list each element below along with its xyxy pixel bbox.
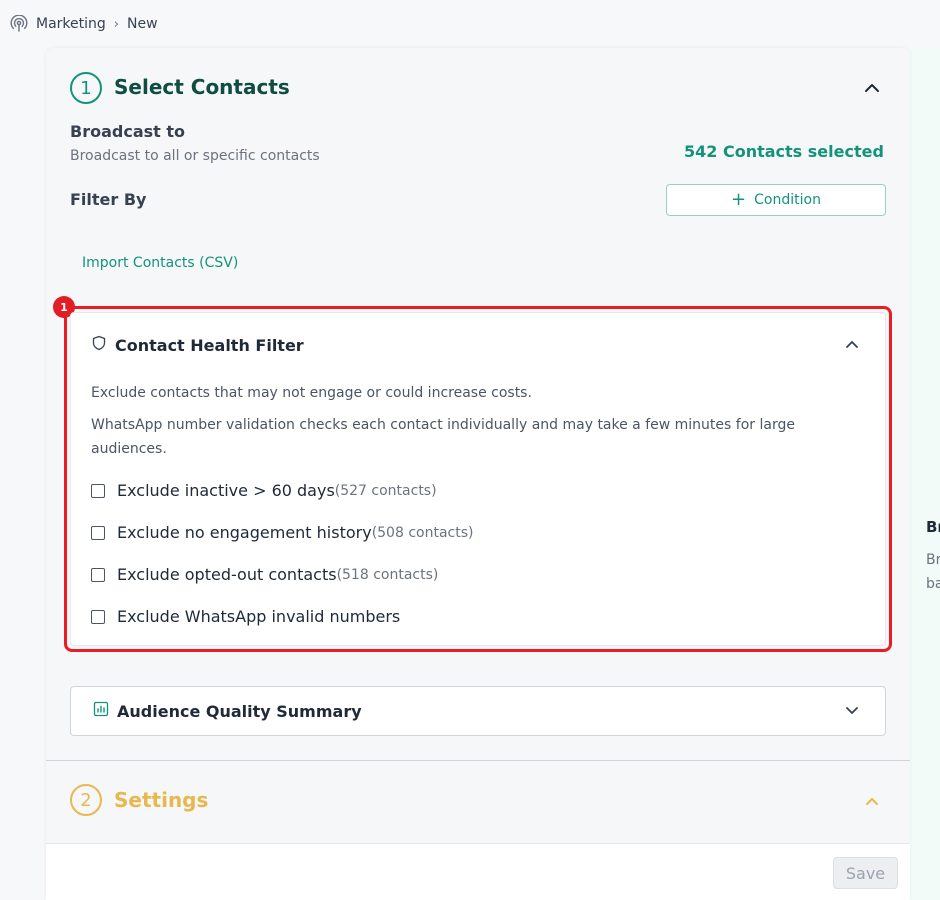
contact-health-header[interactable]: Contact Health Filter xyxy=(91,335,304,355)
option-label: Exclude WhatsApp invalid numbers xyxy=(117,607,401,626)
form-footer: Save xyxy=(46,843,910,900)
shield-icon xyxy=(91,335,107,355)
chevron-up-icon xyxy=(865,84,879,92)
step-title-settings: Settings xyxy=(114,788,209,812)
broadcast-form-card: 1 Select Contacts Broadcast to Broadcast… xyxy=(46,48,910,900)
option-count: (508 contacts) xyxy=(371,524,474,541)
broadcast-to-label: Broadcast to xyxy=(70,122,185,141)
option-label: Exclude inactive > 60 days xyxy=(117,481,335,500)
filter-by-label: Filter By xyxy=(70,190,147,209)
chevron-right-icon: › xyxy=(113,16,119,32)
audience-quality-summary-panel[interactable]: Audience Quality Summary xyxy=(70,686,886,736)
collapse-step2-button[interactable] xyxy=(862,794,882,808)
exclude-invalid-numbers-checkbox[interactable] xyxy=(91,609,105,624)
add-condition-button[interactable]: + Condition xyxy=(666,184,886,216)
contacts-selected-count: 542 Contacts selected xyxy=(684,142,884,161)
option-count: (518 contacts) xyxy=(336,566,439,583)
chevron-down-icon xyxy=(846,707,858,714)
option-count: (527 contacts) xyxy=(334,482,437,499)
import-contacts-link[interactable]: Import Contacts (CSV) xyxy=(82,255,238,271)
breadcrumb: Marketing › New xyxy=(10,14,158,34)
exclude-inactive-checkbox[interactable] xyxy=(91,483,105,498)
step-number-2: 2 xyxy=(70,784,102,816)
step-title-select-contacts: Select Contacts xyxy=(114,75,290,99)
broadcast-preview-panel: Br Br ba xyxy=(910,48,940,900)
option-label: Exclude no engagement history xyxy=(117,523,372,542)
preview-line: Br xyxy=(926,552,940,568)
exclude-invalid-numbers-option[interactable]: Exclude WhatsApp invalid numbers xyxy=(91,607,400,626)
bar-chart-icon xyxy=(93,701,109,721)
exclude-inactive-option[interactable]: Exclude inactive > 60 days (527 contacts… xyxy=(91,481,437,500)
plus-icon: + xyxy=(731,189,747,210)
collapse-health-filter-button[interactable] xyxy=(843,338,861,350)
exclude-opted-out-checkbox[interactable] xyxy=(91,567,105,582)
add-condition-label: Condition xyxy=(754,192,821,208)
collapse-step1-button[interactable] xyxy=(862,81,882,95)
exclude-no-engagement-option[interactable]: Exclude no engagement history (508 conta… xyxy=(91,523,473,542)
expand-audience-quality-button[interactable] xyxy=(843,705,861,717)
option-label: Exclude opted-out contacts xyxy=(117,565,337,584)
save-button[interactable]: Save xyxy=(833,857,898,889)
preview-title: Br xyxy=(926,518,940,536)
broadcast-to-sublabel: Broadcast to all or specific contacts xyxy=(70,148,320,164)
contact-health-title: Contact Health Filter xyxy=(115,335,304,355)
exclude-opted-out-option[interactable]: Exclude opted-out contacts (518 contacts… xyxy=(91,565,438,584)
broadcast-icon xyxy=(10,15,28,33)
breadcrumb-marketing[interactable]: Marketing xyxy=(36,16,106,32)
contact-health-filter-panel: Contact Health Filter Exclude contacts t… xyxy=(70,312,886,646)
breadcrumb-new: New xyxy=(126,16,158,32)
step-number-1: 1 xyxy=(70,72,102,104)
exclude-no-engagement-checkbox[interactable] xyxy=(91,525,105,540)
preview-line: ba xyxy=(926,576,940,592)
health-validation-note: WhatsApp number validation checks each c… xyxy=(91,417,795,457)
audience-quality-header: Audience Quality Summary xyxy=(93,701,362,721)
section-divider xyxy=(46,760,910,761)
chevron-up-icon xyxy=(846,341,858,348)
health-description: Exclude contacts that may not engage or … xyxy=(91,385,532,401)
chevron-up-icon xyxy=(866,798,878,805)
audience-quality-title: Audience Quality Summary xyxy=(117,701,362,721)
